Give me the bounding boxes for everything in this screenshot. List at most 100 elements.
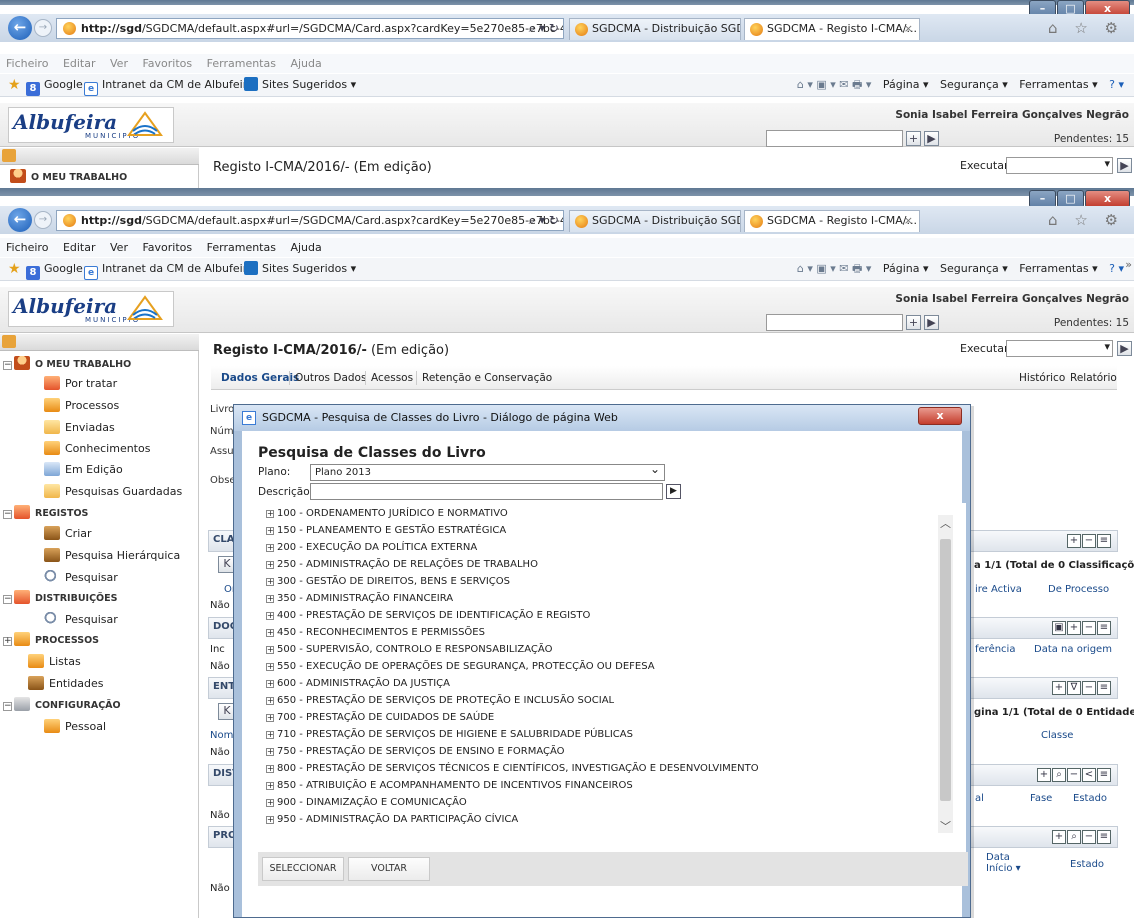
browser-tab-distribuicao-back[interactable]: SGDCMA - Distribuição SGDC...	[569, 18, 741, 40]
command-icons[interactable]: ⌂ ▾ ▣ ▾ ✉ 🖶 ▾	[797, 262, 872, 275]
menu-editar[interactable]: Editar	[63, 241, 96, 254]
expand-icon[interactable]: +	[266, 765, 274, 773]
classes-scrollbar[interactable]: ︿ ﹀	[938, 515, 953, 833]
cmd-ferramentas[interactable]: Ferramentas ▾	[1019, 78, 1097, 91]
back-icon[interactable]: ←	[8, 16, 32, 40]
list-icon[interactable]: ≡	[1097, 534, 1111, 548]
cmd-pagina[interactable]: Página ▾	[883, 78, 929, 91]
command-icons[interactable]: ⌂ ▾ ▣ ▾ ✉ 🖶 ▾	[797, 78, 872, 91]
toolbar-overflow-icon[interactable]: »	[1125, 254, 1132, 276]
header-go-button[interactable]: ▶	[924, 131, 939, 146]
expand-icon[interactable]: +	[3, 637, 12, 646]
remove-icon[interactable]: −	[1067, 768, 1081, 782]
expand-icon[interactable]: +	[266, 544, 274, 552]
back-icon[interactable]: ←	[8, 208, 32, 232]
menu-ficheiro[interactable]: Ficheiro	[6, 241, 48, 254]
sidebar-item-em-edicao[interactable]: Em Edição	[44, 461, 123, 478]
fav-google[interactable]: 8 Google	[26, 74, 83, 96]
search-icon[interactable]: ⌕	[1067, 830, 1081, 844]
menu-ficheiro[interactable]: Ficheiro	[6, 57, 48, 70]
tree-section-back[interactable]: O MEU TRABALHO	[10, 169, 127, 186]
toolbar-icons-back[interactable]: ⌂ ☆ ⚙	[1048, 19, 1124, 37]
toolbar-icons[interactable]: ⌂ ☆ ⚙	[1048, 211, 1124, 229]
col-header-data-inicio[interactable]: Data Início ▾	[986, 852, 1031, 874]
browser-tab-registo[interactable]: SGDCMA - Registo I-CMA/... ×	[744, 210, 920, 232]
col-header-estado[interactable]: Estado	[1073, 793, 1107, 804]
expand-icon[interactable]: +	[266, 612, 274, 620]
collapse-icon[interactable]: −	[3, 595, 12, 604]
menu-ajuda[interactable]: Ajuda	[290, 57, 321, 70]
class-item[interactable]: +750 - PRESTAÇÃO DE SERVIÇOS DE ENSINO E…	[266, 743, 565, 760]
header-search-input[interactable]	[766, 314, 903, 331]
dialog-close-button[interactable]: x	[918, 407, 962, 425]
class-item[interactable]: +150 - PLANEAMENTO E GESTÃO ESTRATÉGICA	[266, 522, 506, 539]
class-item[interactable]: +700 - PRESTAÇÃO DE CUIDADOS DE SAÚDE	[266, 709, 494, 726]
col-header-classe[interactable]: Classe	[1041, 730, 1073, 741]
col-header-estado[interactable]: Estado	[1070, 859, 1104, 870]
sidebar-menu-icon[interactable]	[2, 149, 16, 162]
class-item[interactable]: +300 - GESTÃO DE DIREITOS, BENS E SERVIÇ…	[266, 573, 510, 590]
tab-close-icon[interactable]: ×	[904, 211, 913, 231]
tab-dados-gerais[interactable]: Dados Gerais	[221, 366, 299, 390]
menu-editar[interactable]: Editar	[63, 57, 96, 70]
col-header-referencia[interactable]: ferência	[975, 644, 1015, 655]
tab-outros-dados[interactable]: Outros Dados	[295, 366, 366, 390]
collapse-icon[interactable]: −	[3, 702, 12, 711]
col-header-nome[interactable]: Nom	[210, 730, 233, 741]
expand-icon[interactable]: +	[266, 799, 274, 807]
sidebar-item-entidades[interactable]: Entidades	[28, 675, 104, 692]
add-icon[interactable]: +	[1067, 534, 1081, 548]
execute-go-button[interactable]: ▶	[1117, 158, 1132, 173]
expand-icon[interactable]: +	[266, 680, 274, 688]
address-bar-back[interactable]: http://sgd/SGDCMA/default.aspx#url=/SGDC…	[56, 18, 564, 39]
tree-section-configuracao[interactable]: CONFIGURAÇÃO	[14, 697, 121, 714]
expand-icon[interactable]: +	[266, 782, 274, 790]
col-header-al[interactable]: al	[975, 793, 984, 804]
expand-icon[interactable]: +	[266, 510, 274, 518]
expand-icon[interactable]: +	[266, 527, 274, 535]
cmd-ferramentas[interactable]: Ferramentas ▾	[1019, 262, 1097, 275]
fav-google[interactable]: 8 Google	[26, 258, 83, 280]
forward-icon[interactable]: →	[34, 211, 52, 229]
expand-icon[interactable]: +	[266, 578, 274, 586]
address-bar[interactable]: http://sgd/SGDCMA/default.aspx#url=/SGDC…	[56, 210, 564, 231]
execute-go-button[interactable]: ▶	[1117, 341, 1132, 356]
class-item[interactable]: +650 - PRESTAÇÃO DE SERVIÇOS DE PROTEÇÃO…	[266, 692, 614, 709]
col-header-activa[interactable]: ire Activa	[975, 584, 1022, 595]
address-controls[interactable]: ⌕ ▾ ↻	[529, 211, 559, 230]
execute-select[interactable]	[1006, 157, 1113, 174]
expand-icon[interactable]: +	[266, 697, 274, 705]
sidebar-item-pesquisar-distribuicoes[interactable]: Pesquisar	[44, 611, 118, 628]
sidebar-menu-icon[interactable]	[2, 335, 16, 348]
scroll-thumb[interactable]	[940, 539, 951, 801]
fav-sites[interactable]: Sites Sugeridos ▾	[244, 258, 356, 280]
cmd-seguranca[interactable]: Segurança ▾	[940, 78, 1008, 91]
tab-acessos[interactable]: Acessos	[371, 366, 413, 390]
browser-tab-registo-back[interactable]: SGDCMA - Registo I-CMA/... ×	[744, 18, 920, 40]
class-item[interactable]: +550 - EXECUÇÃO DE OPERAÇÕES DE SEGURANÇ…	[266, 658, 655, 675]
expand-icon[interactable]: +	[266, 731, 274, 739]
class-item[interactable]: +900 - DINAMIZAÇÃO E COMUNICAÇÃO	[266, 794, 467, 811]
col-header-fase[interactable]: Fase	[1030, 793, 1052, 804]
remove-icon[interactable]: −	[1082, 621, 1096, 635]
search-icon[interactable]: ⌕	[1052, 768, 1066, 782]
remove-icon[interactable]: −	[1082, 830, 1096, 844]
class-item[interactable]: +350 - ADMINISTRAÇÃO FINANCEIRA	[266, 590, 453, 607]
tree-section-meu-trabalho[interactable]: O MEU TRABALHO	[14, 356, 131, 373]
class-item[interactable]: +850 - ATRIBUIÇÃO E ACOMPANHAMENTO DE IN…	[266, 777, 633, 794]
header-add-button[interactable]: +	[906, 131, 921, 146]
tab-relatorio[interactable]: Relatório	[1070, 366, 1117, 390]
col-header-inc[interactable]: Inc	[210, 644, 225, 655]
execute-select[interactable]	[1006, 340, 1113, 357]
descricao-input[interactable]	[310, 483, 663, 500]
sidebar-item-criar[interactable]: Criar	[44, 525, 92, 542]
class-item[interactable]: +400 - PRESTAÇÃO DE SERVIÇOS DE IDENTIFI…	[266, 607, 590, 624]
tree-section-distribuicoes[interactable]: DISTRIBUIÇÕES	[14, 590, 117, 607]
sidebar-item-enviadas[interactable]: Enviadas	[44, 419, 115, 436]
sidebar-item-processos[interactable]: Processos	[44, 397, 119, 414]
class-item[interactable]: +200 - EXECUÇÃO DA POLÍTICA EXTERNA	[266, 539, 477, 556]
add-icon[interactable]: +	[1037, 768, 1051, 782]
sidebar-item-pessoal[interactable]: Pessoal	[44, 718, 106, 735]
help-icon[interactable]: ? ▾	[1109, 262, 1124, 275]
expand-icon[interactable]: +	[266, 748, 274, 756]
